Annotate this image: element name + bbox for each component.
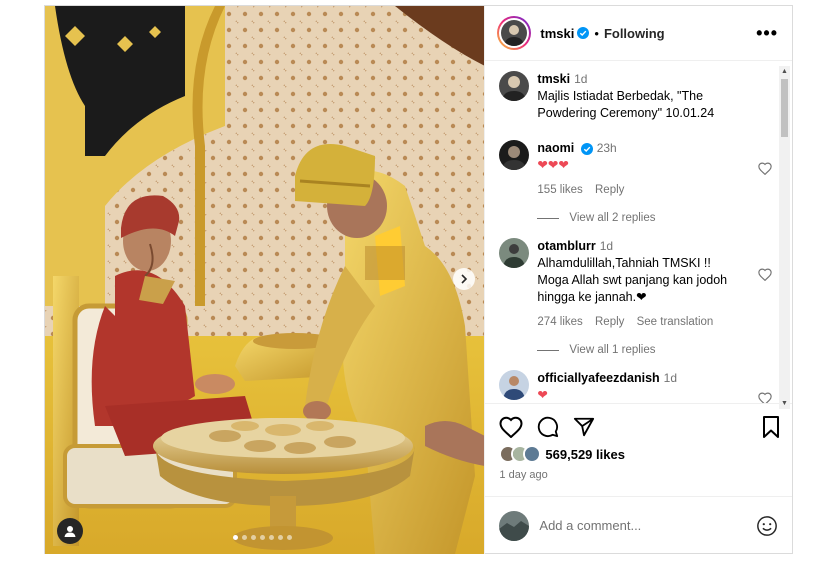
liker-avatars	[499, 445, 542, 463]
heart-icon[interactable]	[758, 268, 772, 281]
post-side-panel: tmski • Following ••• tmski 1d Majlis Ist…	[484, 6, 792, 554]
user-tag-icon	[64, 526, 76, 537]
avatar[interactable]	[499, 370, 530, 400]
avatar	[501, 20, 528, 46]
more-options-button[interactable]: •••	[756, 23, 778, 44]
heart-icon[interactable]	[758, 162, 772, 175]
comment: otamblurr 1d Alhamdulillah,Tahniah TMSKI …	[499, 238, 780, 331]
comment-icon[interactable]	[537, 416, 559, 438]
comment-time[interactable]: 1d	[600, 239, 613, 253]
carousel-dot	[242, 535, 247, 540]
add-comment-input[interactable]	[539, 518, 756, 533]
carousel-dot	[251, 535, 256, 540]
post-timestamp[interactable]: 1 day ago	[499, 469, 780, 481]
comment-text: ❤❤❤	[537, 158, 569, 172]
carousel-dot	[287, 535, 292, 540]
view-replies-label: View all 2 replies	[569, 212, 656, 224]
avatar[interactable]	[499, 71, 530, 101]
scroll-down-arrow-icon[interactable]: ▼	[781, 400, 788, 407]
comment-likes[interactable]: 274 likes	[537, 316, 582, 328]
comment-time[interactable]: 1d	[664, 371, 677, 385]
carousel-dot	[260, 535, 265, 540]
comment: officiallyafeezdanish 1d ❤	[499, 370, 780, 403]
post-header: tmski • Following •••	[485, 6, 792, 61]
avatar[interactable]	[499, 238, 530, 268]
post-author-username[interactable]: tmski	[540, 26, 574, 41]
instagram-post: tmski • Following ••• tmski 1d Majlis Ist…	[44, 5, 793, 554]
comment-time[interactable]: 23h	[597, 141, 617, 155]
heart-icon[interactable]	[499, 416, 523, 438]
tagged-users-button[interactable]	[57, 518, 83, 544]
ceremony-photo	[45, 6, 485, 554]
view-replies-button[interactable]: View all 1 replies	[537, 344, 780, 356]
following-button[interactable]: Following	[604, 26, 665, 41]
share-icon[interactable]	[573, 416, 595, 438]
view-replies-label: View all 1 replies	[569, 344, 656, 356]
avatar[interactable]	[499, 140, 530, 170]
reply-button[interactable]: Reply	[595, 184, 624, 196]
carousel-dot	[233, 535, 238, 540]
comment-username[interactable]: tmski	[537, 72, 570, 86]
add-comment-bar	[485, 496, 792, 554]
divider	[537, 349, 560, 351]
emoji-icon[interactable]	[756, 515, 778, 537]
comment-username[interactable]: officiallyafeezdanish	[537, 371, 659, 385]
bookmark-icon[interactable]	[762, 416, 780, 438]
comment: naomi 23h ❤❤❤ 155 likes Reply	[499, 140, 780, 199]
carousel-indicator	[233, 535, 292, 540]
comment-likes[interactable]: 155 likes	[537, 184, 582, 196]
post-actions: 569,529 likes 1 day ago	[485, 403, 792, 495]
carousel-dot	[269, 535, 274, 540]
verified-badge-icon	[580, 142, 593, 155]
divider	[537, 217, 560, 219]
likes-count[interactable]: 569,529 likes	[545, 447, 625, 462]
next-photo-button[interactable]	[453, 268, 475, 290]
header-separator: •	[594, 25, 599, 41]
comment-username[interactable]: naomi	[537, 141, 574, 155]
scrollbar-thumb[interactable]	[781, 79, 788, 137]
avatar	[499, 510, 530, 541]
carousel-dot	[278, 535, 283, 540]
post-photo[interactable]	[45, 6, 485, 554]
heart-icon[interactable]	[758, 392, 772, 403]
caption-text: Majlis Istiadat Berbedak, "The Powdering…	[537, 89, 715, 120]
caption: tmski 1d Majlis Istiadat Berbedak, "The P…	[499, 71, 780, 122]
comments-scrollbar[interactable]: ▲ ▼	[779, 66, 790, 409]
scroll-up-arrow-icon[interactable]: ▲	[781, 68, 788, 75]
reply-button[interactable]: Reply	[595, 316, 624, 328]
comments-list[interactable]: tmski 1d Majlis Istiadat Berbedak, "The P…	[485, 61, 792, 403]
see-translation-button[interactable]: See translation	[637, 316, 714, 328]
comment-text: Alhamdulillah,Tahniah TMSKI !! Moga Alla…	[537, 256, 728, 304]
chevron-right-icon	[461, 274, 468, 284]
avatar	[523, 445, 542, 463]
comment-time[interactable]: 1d	[574, 72, 587, 86]
likes-summary[interactable]: 569,529 likes	[499, 445, 780, 463]
comment-username[interactable]: otamblurr	[537, 239, 595, 253]
story-ring[interactable]	[497, 16, 532, 50]
comment-text: ❤	[537, 388, 548, 402]
view-replies-button[interactable]: View all 2 replies	[537, 212, 780, 224]
verified-badge-icon	[577, 27, 590, 39]
